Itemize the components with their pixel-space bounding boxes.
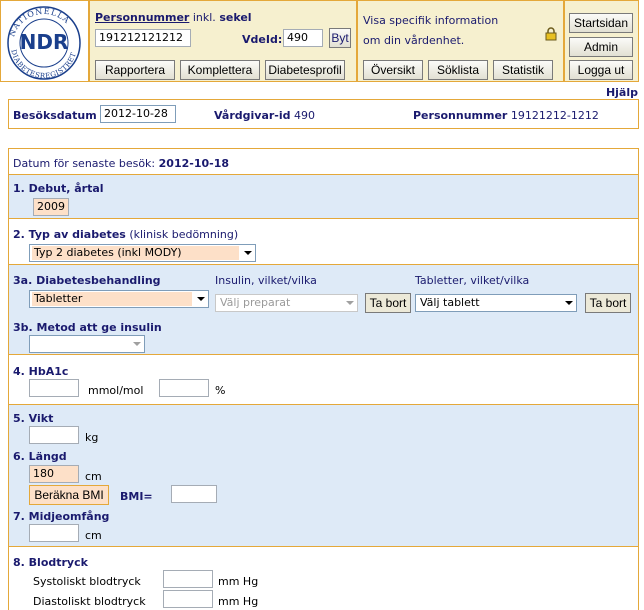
startsidan-button[interactable]: Startsidan [569, 13, 633, 33]
calculate-bmi-button[interactable]: Beräkna BMI [29, 485, 109, 505]
tab-rapportera[interactable]: Rapportera [95, 60, 175, 80]
insulin-method-label: 3b. Metod att ge insulin [13, 321, 162, 334]
personnummer-label: Personnummer inkl. sekel [95, 11, 252, 24]
help-link[interactable]: Hjälp [606, 86, 638, 99]
hba1c-mmol-unit: mmol/mol [88, 384, 144, 397]
tablets-label: Tabletter, vilket/vilka [415, 274, 530, 287]
systolic-input[interactable] [163, 570, 213, 588]
chevron-down-icon [346, 301, 354, 305]
nav-panel: Startsidan Admin Logga ut [564, 0, 639, 82]
insulin-method-select[interactable] [29, 335, 145, 353]
treatment-select[interactable]: Tabletter [29, 290, 209, 308]
tab-komplettera[interactable]: Komplettera [180, 60, 260, 80]
diastolic-input[interactable] [163, 590, 213, 608]
oversikt-button[interactable]: Översikt [363, 60, 423, 80]
logga-ut-button[interactable]: Logga ut [569, 60, 633, 80]
section-blood-pressure: 8. Blodtryck Systoliskt blodtryck mm Hg … [8, 546, 639, 610]
info-line-1: Visa specifik information [363, 14, 499, 27]
chevron-down-icon [565, 301, 573, 305]
personnummer-input[interactable]: 191212121212 [95, 29, 191, 47]
provider-id: Vårdgivar-id 490 [214, 109, 316, 122]
logo-center-text: NDR [20, 30, 69, 54]
lock-icon [545, 27, 557, 41]
waist-label: 7. Midjeomfång [13, 510, 110, 523]
debut-label: 1. Debut, årtal [13, 182, 104, 195]
bmi-output[interactable] [171, 485, 217, 503]
statistik-button[interactable]: Statistik [493, 60, 553, 80]
chevron-down-icon [197, 297, 205, 301]
ndr-logo: NATIONELLA DIABETESREGISTRET NDR [7, 6, 81, 80]
insulin-remove-button[interactable]: Ta bort [365, 293, 411, 313]
chevron-down-icon [133, 342, 141, 346]
section-body: 5. Vikt kg 6. Längd 180 cm Beräkna BMI B… [8, 404, 639, 546]
hba1c-percent-unit: % [215, 384, 226, 397]
bmi-label: BMI= [120, 490, 153, 503]
height-label: 6. Längd [13, 450, 67, 463]
diabetes-type-label: 2. Typ av diabetes (klinisk bedömning) [13, 228, 239, 241]
admin-button[interactable]: Admin [569, 37, 633, 57]
weight-label: 5. Vikt [13, 412, 54, 425]
weight-unit: kg [85, 431, 99, 444]
section-treatment: 3a. Diabetesbehandling Insulin, vilket/v… [8, 264, 639, 354]
section-hba1c: 4. HbA1c mmol/mol % [8, 354, 639, 404]
soklista-button[interactable]: Söklista [428, 60, 488, 80]
diastolic-unit: mm Hg [218, 595, 259, 608]
byt-button[interactable]: Byt [329, 28, 351, 48]
chevron-down-icon [244, 251, 252, 255]
diabetes-type-select[interactable]: Typ 2 diabetes (inkl MODY) [29, 244, 256, 262]
diastolic-label: Diastoliskt blodtryck [33, 595, 146, 608]
tab-diabetesprofil[interactable]: Diabetesprofil [265, 60, 345, 80]
treatment-label: 3a. Diabetesbehandling [13, 274, 161, 287]
section-diabetes-type: 2. Typ av diabetes (klinisk bedömning) T… [8, 218, 639, 264]
patient-panel: Personnummer inkl. sekel 191212121212 Vd… [89, 0, 357, 82]
section-debut: 1. Debut, årtal 2009 [8, 174, 639, 218]
systolic-unit: mm Hg [218, 575, 259, 588]
logo-panel: NATIONELLA DIABETESREGISTRET NDR [0, 0, 89, 82]
debut-year-input[interactable]: 2009 [33, 198, 69, 216]
weight-input[interactable] [29, 426, 79, 444]
last-visit-text: Datum för senaste besök: 2012-10-18 [13, 157, 230, 170]
visit-bar: Besöksdatum 2012-10-28 Vårdgivar-id 490 … [8, 99, 639, 129]
tablets-remove-button[interactable]: Ta bort [585, 293, 631, 313]
blood-pressure-label: 8. Blodtryck [13, 556, 88, 569]
last-visit-row: Datum för senaste besök: 2012-10-18 [8, 148, 639, 174]
insulin-select[interactable]: Välj preparat [215, 294, 358, 312]
visit-date-label: Besöksdatum [13, 109, 97, 122]
systolic-label: Systoliskt blodtryck [33, 575, 141, 588]
visit-personnummer: Personnummer 19121212-1212 [413, 109, 599, 122]
height-unit: cm [85, 470, 102, 483]
hba1c-mmol-input[interactable] [29, 379, 79, 397]
insulin-label: Insulin, vilket/vilka [215, 274, 317, 287]
tablets-select[interactable]: Välj tablett [415, 294, 577, 312]
info-line-2: om din vårdenhet. [363, 34, 465, 47]
waist-input[interactable] [29, 524, 79, 542]
hba1c-percent-input[interactable] [159, 379, 209, 397]
waist-unit: cm [85, 529, 102, 542]
height-input[interactable]: 180 [29, 465, 79, 483]
visit-date-input[interactable]: 2012-10-28 [100, 105, 176, 123]
vdeid-label: VdeId: [242, 33, 283, 46]
hba1c-label: 4. HbA1c [13, 365, 69, 378]
vdeid-input[interactable]: 490 [283, 29, 323, 47]
unit-info-panel: Visa specifik information om din vårdenh… [357, 0, 564, 82]
